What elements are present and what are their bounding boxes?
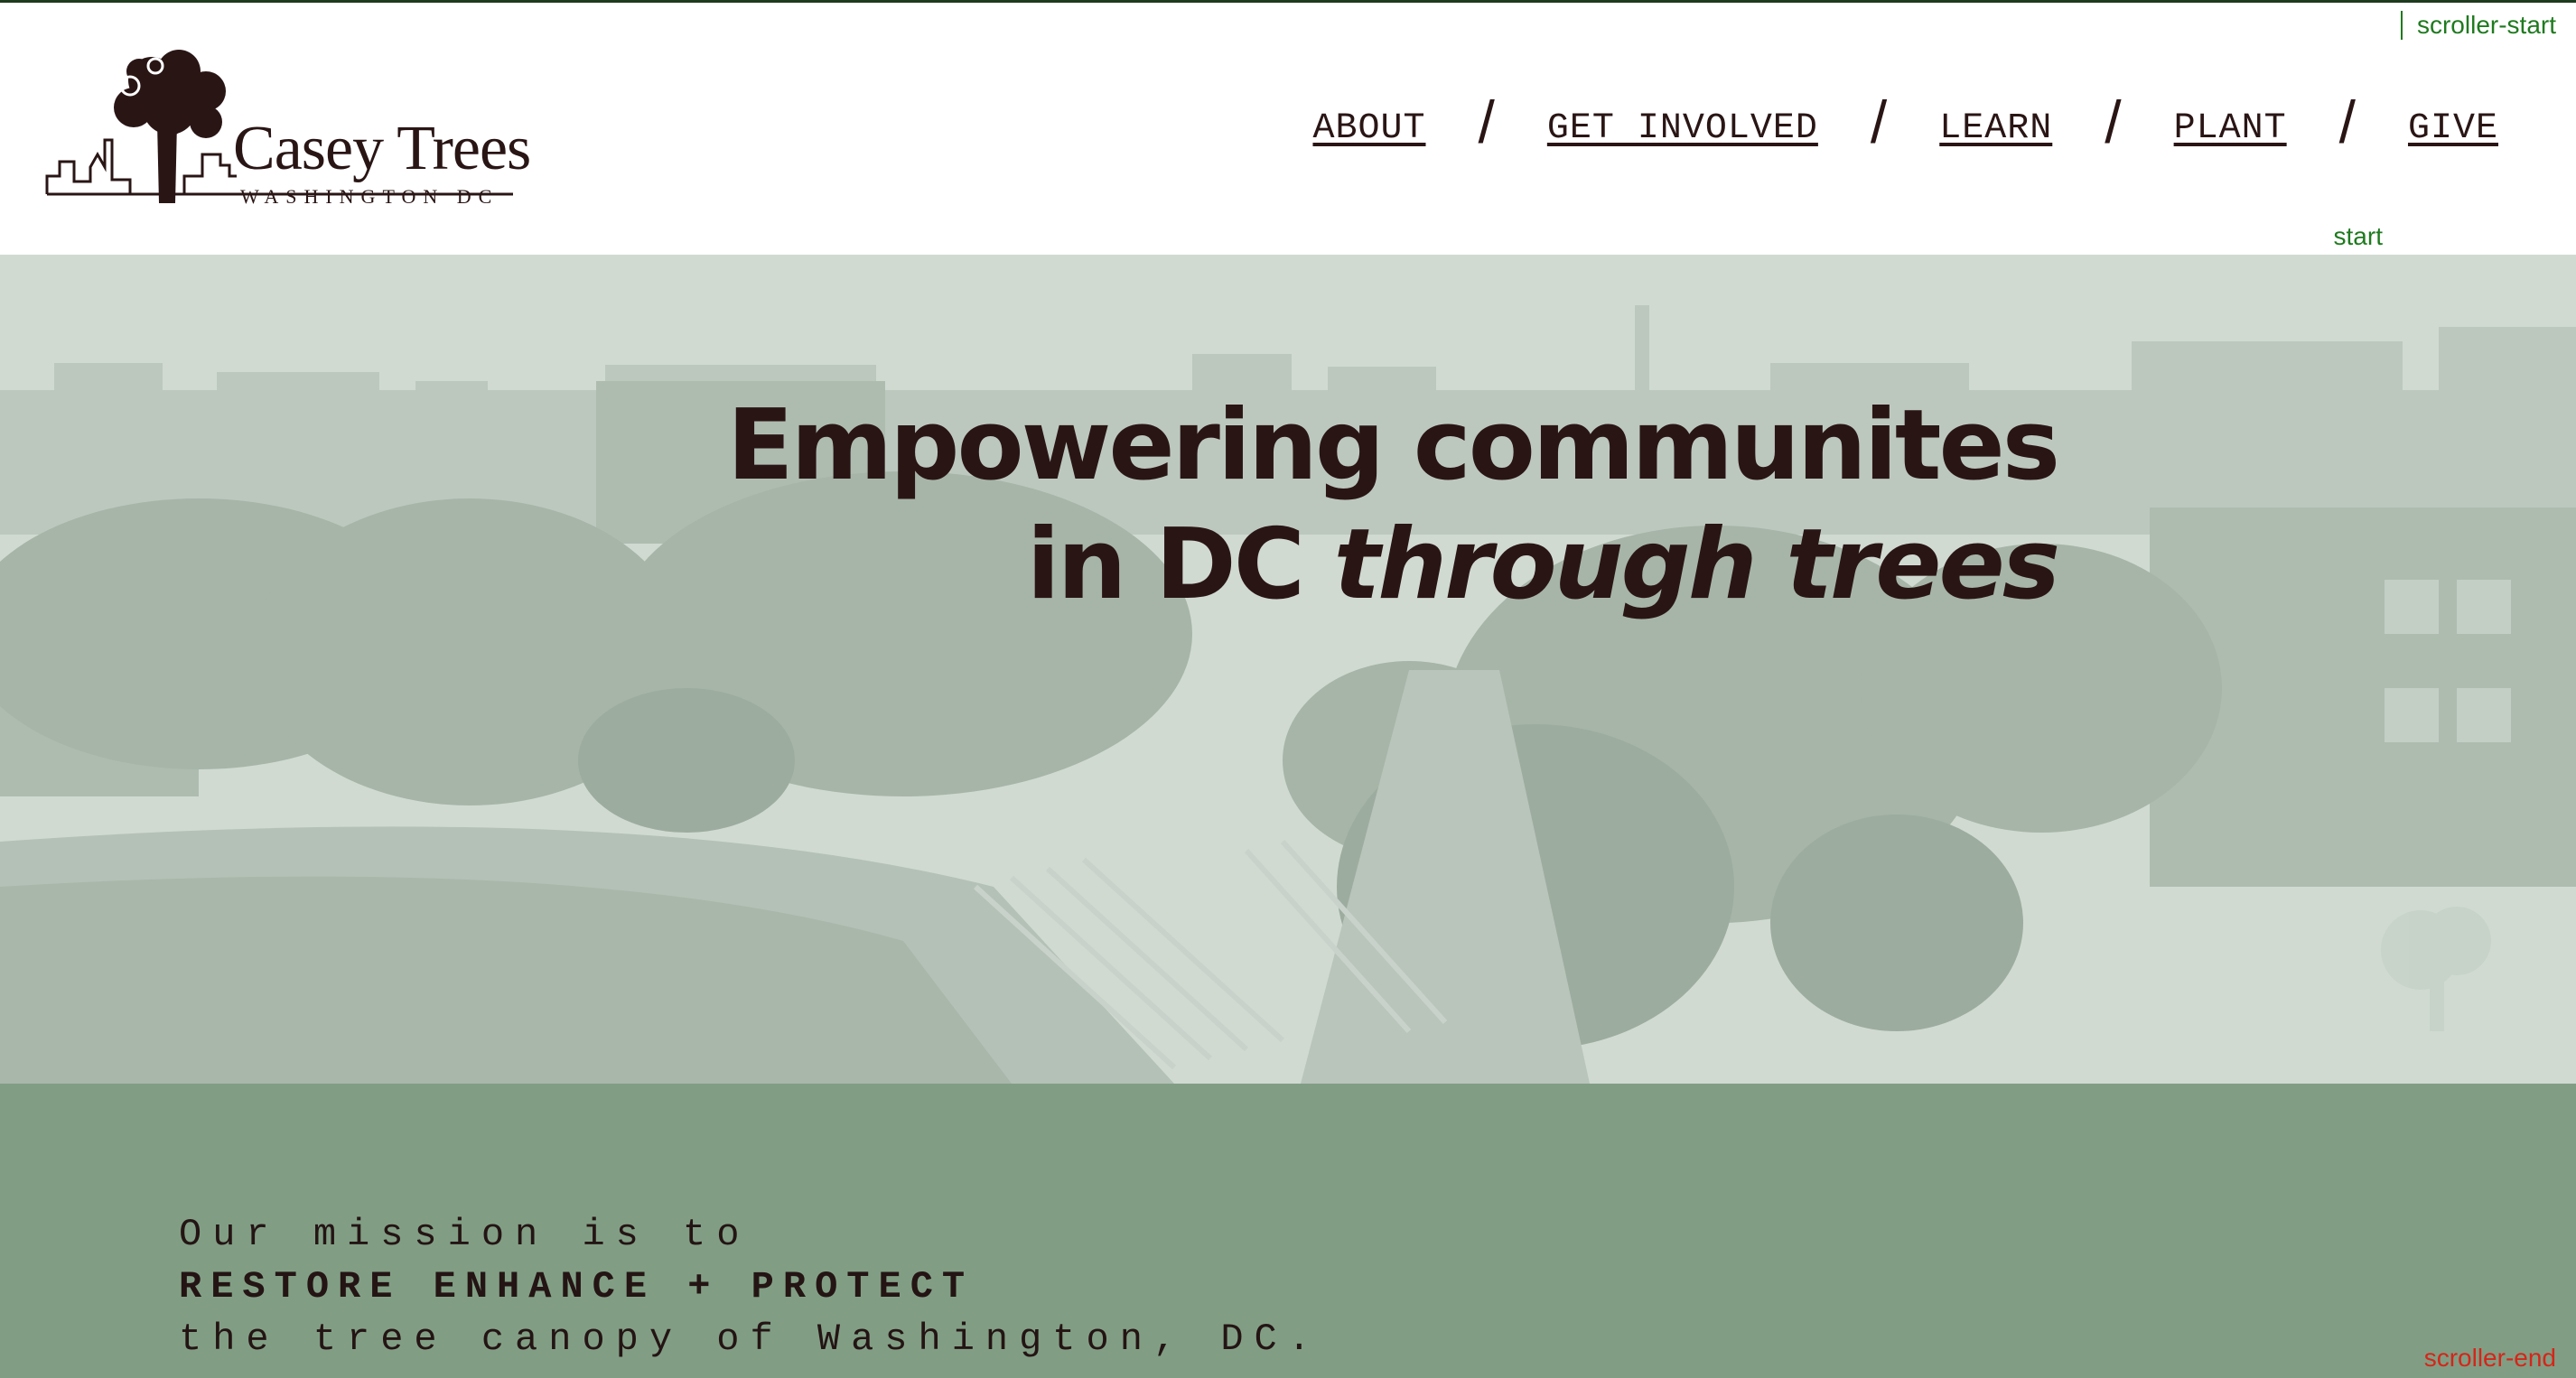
mission-line-3: the tree canopy of Washington, DC. xyxy=(179,1317,1321,1361)
nav-separator: / xyxy=(1478,88,1495,155)
hero-line-2-plain: in DC xyxy=(1026,508,1334,621)
scroller-start-marker: scroller-start xyxy=(2400,11,2556,40)
nav-item-about[interactable]: ABOUT xyxy=(1312,108,1425,149)
start-marker: start xyxy=(2333,222,2383,250)
mission-statement: Our mission is to RESTORE ENHANCE + PROT… xyxy=(179,1208,1321,1365)
nav-item-get-involved[interactable]: GET INVOLVED xyxy=(1547,108,1818,149)
nav-separator: / xyxy=(2105,88,2122,155)
hero-headline: Empowering communites in DC through tree… xyxy=(726,386,2060,625)
site-header: Casey Trees WASHINGTON DC ABOUT / GET IN… xyxy=(0,3,2576,255)
brand-subtitle: WASHINGTON DC xyxy=(240,185,499,208)
nav-item-give[interactable]: GIVE xyxy=(2408,108,2498,149)
mission-line-1: Our mission is to xyxy=(179,1213,751,1256)
hero-line-2: in DC through trees xyxy=(727,506,2060,625)
page: Casey Trees WASHINGTON DC ABOUT / GET IN… xyxy=(0,0,2576,1378)
nav-separator: / xyxy=(1870,88,1888,155)
mission-section: Our mission is to RESTORE ENHANCE + PROT… xyxy=(0,1084,2576,1378)
nav-item-learn[interactable]: LEARN xyxy=(1939,108,2052,149)
brand-name: Casey Trees xyxy=(233,114,531,183)
main-nav: ABOUT / GET INVOLVED / LEARN / PLANT / G… xyxy=(1312,88,2498,156)
scroller-end-marker: scroller-end xyxy=(2423,1344,2556,1372)
hero-banner: Empowering communites in DC through tree… xyxy=(0,255,2576,1084)
city-skyline-image xyxy=(0,255,2576,1084)
nav-item-plant[interactable]: PLANT xyxy=(2174,108,2287,149)
mission-line-2: RESTORE ENHANCE + PROTECT xyxy=(179,1265,975,1308)
casey-trees-logo[interactable]: Casey Trees WASHINGTON DC xyxy=(43,44,531,212)
hero-line-2-italic: through trees xyxy=(1333,508,2060,621)
nav-separator: / xyxy=(2338,88,2356,155)
hero-line-1: Empowering communites xyxy=(726,389,2060,502)
